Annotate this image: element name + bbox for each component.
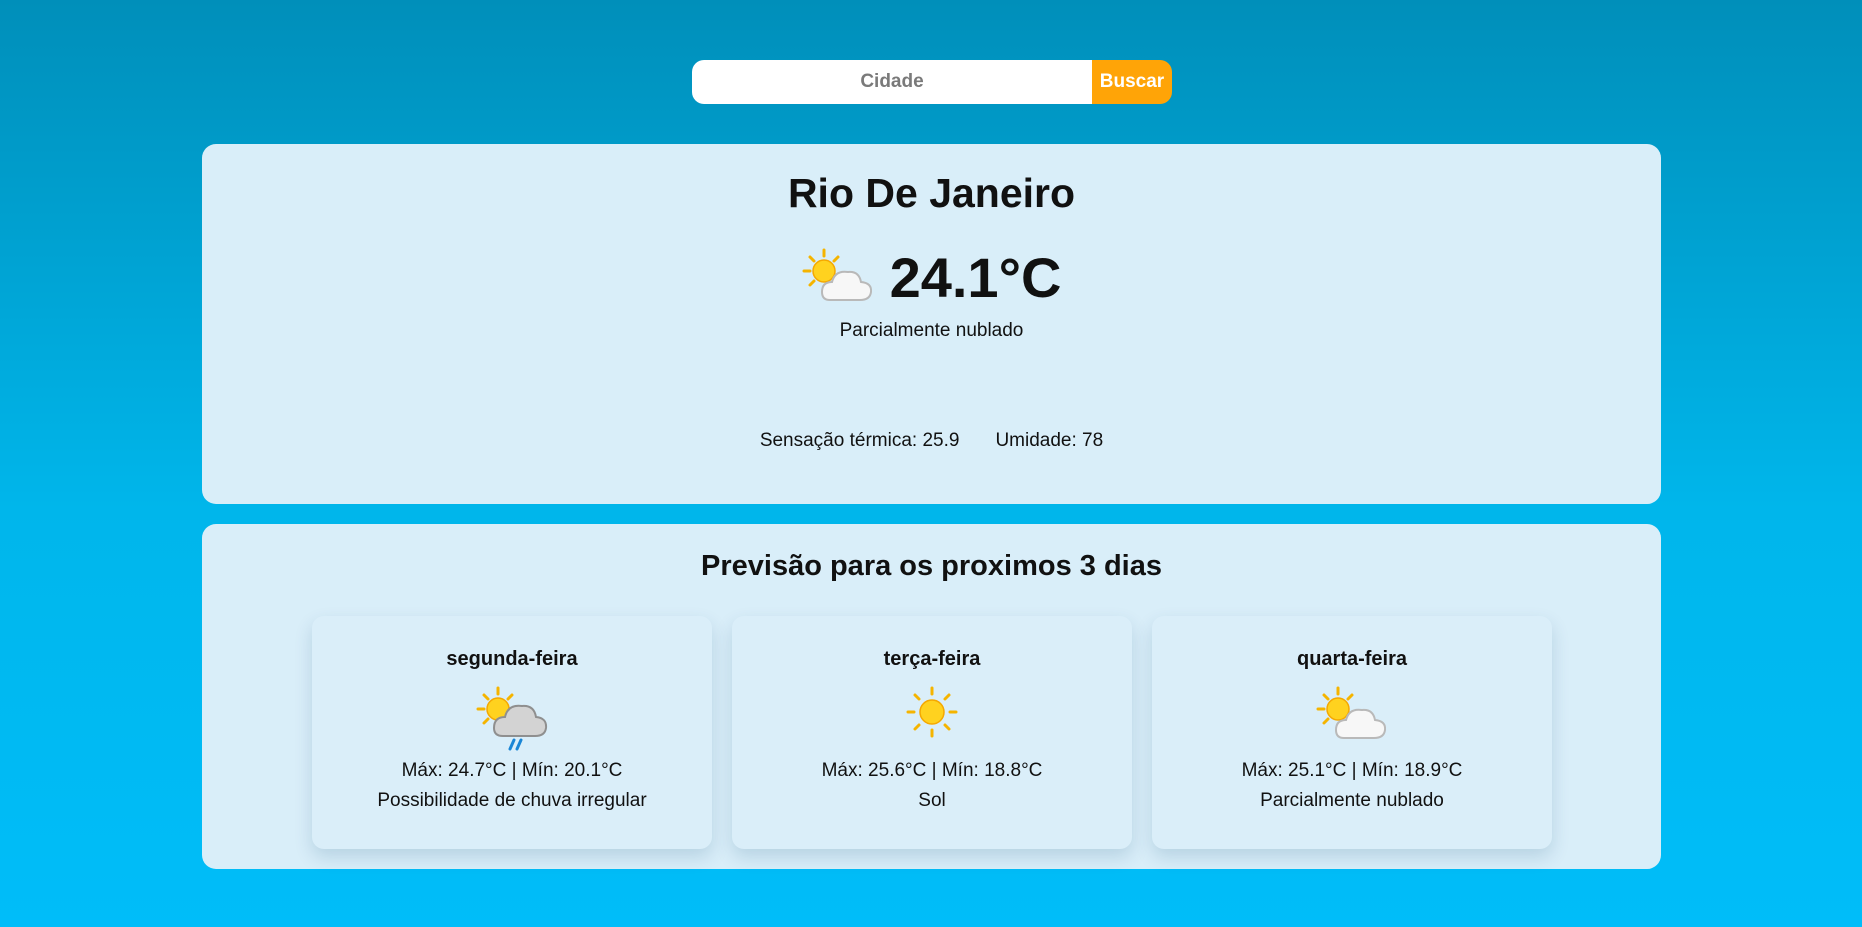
sun-icon [906, 686, 958, 752]
forecast-temps: Máx: 25.6°C | Mín: 18.8°C [821, 760, 1043, 781]
humidity: Umidade: 78 [995, 430, 1104, 451]
city-name: Rio De Janeiro [787, 170, 1076, 216]
forecast-day-name: quarta-feira [1296, 648, 1408, 670]
current-temperature: 24.1°C [889, 245, 1062, 309]
forecast-card: segunda-feira Máx: 24.7°C | Mín: 20.1°C … [312, 616, 712, 849]
forecast-condition: Parcialmente nublado [1260, 790, 1444, 811]
current-temperature-row: 24.1°C [202, 242, 1661, 312]
feels-like: Sensação térmica: 25.9 [759, 430, 960, 451]
forecast-day-name: terça-feira [883, 648, 981, 670]
search-bar: Buscar [692, 60, 1172, 104]
forecast-temps: Máx: 25.1°C | Mín: 18.9°C [1241, 760, 1463, 781]
forecast-temps: Máx: 24.7°C | Mín: 20.1°C [401, 760, 623, 781]
forecast-card: terça-feira Máx: 25.6°C | Mín: 18.8°C So… [732, 616, 1132, 849]
forecast-panel: Previsão para os proximos 3 dias segunda… [202, 524, 1661, 869]
patchy-rain-icon [476, 686, 548, 752]
current-condition: Parcialmente nublado [839, 320, 1024, 341]
search-button[interactable]: Buscar [1092, 60, 1172, 104]
forecast-title: Previsão para os proximos 3 dias [701, 550, 1162, 582]
current-weather-panel: Rio De Janeiro 24.1°C Parcialmente nubla… [202, 144, 1661, 504]
partly-cloudy-icon [1316, 686, 1388, 752]
forecast-day-name: segunda-feira [446, 648, 578, 670]
partly-cloudy-icon [802, 248, 874, 307]
city-search-input[interactable] [692, 60, 1092, 104]
forecast-condition: Possibilidade de chuva irregular [377, 790, 647, 811]
current-stats: Sensação térmica: 25.9 Umidade: 78 [202, 430, 1661, 452]
forecast-card: quarta-feira Máx: 25.1°C | Mín: 18.9°C P… [1152, 616, 1552, 849]
forecast-condition: Sol [918, 790, 946, 811]
